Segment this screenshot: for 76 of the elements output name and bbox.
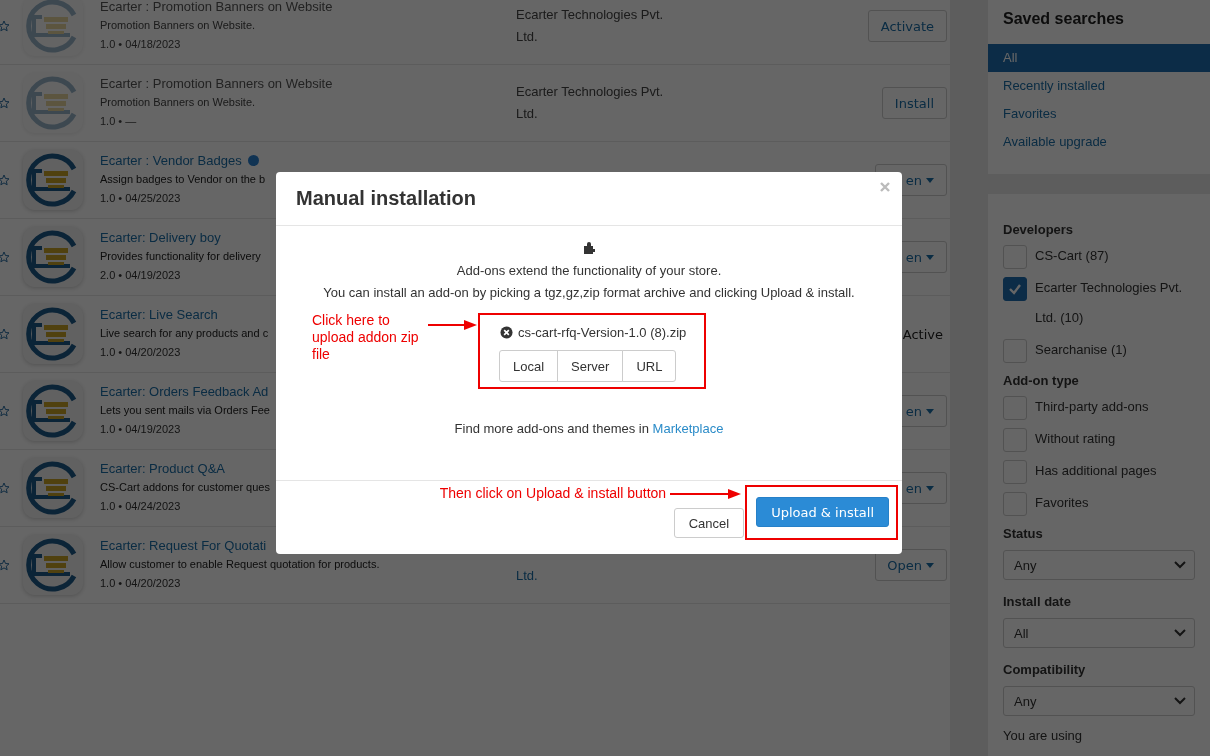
checkbox[interactable]	[1003, 277, 1027, 301]
checkbox-label: Favorites	[1035, 494, 1089, 512]
saved-search-item[interactable]: Available upgrade	[988, 128, 1210, 156]
checkbox-label: Searchanise (1)	[1035, 341, 1127, 359]
addon-version-date: 1.0 • —	[100, 114, 137, 129]
source-button[interactable]: URL	[622, 350, 677, 382]
annotation-arrow	[428, 319, 478, 331]
intro-text: Add-ons extend the functionality of your store.	[456, 262, 722, 280]
panel-title: Saved searches	[1002, 10, 1125, 29]
checkbox-label: Without rating	[1035, 430, 1116, 448]
chevron-down-icon	[1174, 697, 1186, 705]
intro-text: You can install an add-on by picking a tgz,gz,zip format archive and clicking Upload & install.	[323, 284, 855, 302]
addon-description: CS-Cart addons for customer ques	[100, 480, 270, 495]
addon-version-date: 1.0 • 04/19/2023	[100, 422, 181, 437]
filter-heading: Developers	[1003, 221, 1075, 239]
addon-version-date: 2.0 • 04/19/2023	[100, 268, 181, 283]
marketplace-text: Find more add-ons and themes in Marketplace	[454, 421, 724, 436]
marketplace-link[interactable]: Marketplace	[652, 421, 724, 436]
addon-title-link[interactable]: Ecarter : Vendor Badges	[100, 152, 242, 168]
star-icon	[0, 97, 10, 109]
addon-title-link[interactable]: Ecarter: Orders Feedback Ad	[100, 383, 269, 399]
saved-search-item[interactable]: Recently installed	[988, 72, 1210, 100]
addon-title-link[interactable]: Ecarter: Request For Quotati	[100, 537, 267, 553]
open-dropdown-button[interactable]: Open	[875, 549, 947, 581]
filter-heading: Compatibility	[1003, 661, 1087, 679]
addon-version-date: 1.0 • 04/24/2023	[100, 499, 181, 514]
addon-title-link[interactable]: Ecarter: Live Search	[100, 306, 218, 322]
addon-description: Live search for any products and c	[100, 326, 269, 341]
filter-heading: Status	[1003, 525, 1044, 543]
chevron-down-icon	[1174, 629, 1186, 637]
filter-heading: Add-on type	[1003, 372, 1080, 390]
checkbox-label: Ecarter Technologies Pvt. Ltd. (10)	[1035, 279, 1184, 327]
addon-title-link[interactable]: Ecarter: Product Q&A	[100, 460, 225, 476]
dropdown-select[interactable]: Any	[1003, 550, 1195, 580]
close-icon	[880, 182, 890, 192]
checkbox-label: Third-party add-ons	[1035, 398, 1149, 416]
checkbox-label: CS-Cart (87)	[1035, 247, 1109, 265]
star-icon	[0, 174, 10, 186]
checkmark-icon	[1008, 283, 1022, 295]
saved-search-item[interactable]: All	[988, 44, 1210, 72]
upload-install-button[interactable]: Upload & install	[756, 497, 889, 527]
addon-description: Provides functionality for delivery	[100, 249, 261, 264]
dropdown-select[interactable]: All	[1003, 618, 1195, 648]
puzzle-piece-icon	[581, 240, 597, 256]
saved-search-item[interactable]: Favorites	[988, 100, 1210, 128]
dropdown-select[interactable]: Any	[1003, 686, 1195, 716]
star-icon	[0, 559, 10, 571]
star-icon	[0, 328, 10, 340]
source-button[interactable]: Server	[557, 350, 624, 382]
source-button[interactable]: Local	[499, 350, 559, 382]
annotation-text: Click here to upload addon zip file	[312, 312, 420, 363]
checkbox-label: Has additional pages	[1035, 462, 1157, 480]
cancel-button[interactable]: Cancel	[673, 508, 745, 538]
star-icon	[0, 251, 10, 263]
addon-description: Promotion Banners on Website.	[100, 95, 256, 110]
filter-heading: Install date	[1003, 593, 1072, 611]
star-icon	[0, 20, 10, 32]
addon-version-date: 1.0 • 04/20/2023	[100, 576, 181, 591]
addon-description: Promotion Banners on Website.	[100, 18, 256, 33]
addon-version-date: 1.0 • 04/18/2023	[100, 37, 181, 52]
addon-description: Assign badges to Vendor on the b	[100, 172, 266, 187]
addon-description: Allow customer to enable Request quotation for products.	[100, 557, 380, 572]
star-icon	[0, 405, 10, 417]
star-icon	[0, 482, 10, 494]
status-label: Active	[902, 326, 944, 342]
file-name: cs-cart-rfq-Version-1.0 (8).zip	[518, 325, 687, 340]
annotation-text: Then click on Upload & install button	[439, 485, 667, 502]
addon-version-date: 1.0 • 04/20/2023	[100, 345, 181, 360]
addon-version-date: 1.0 • 04/25/2023	[100, 191, 181, 206]
developer-link[interactable]: Ltd.	[516, 565, 676, 587]
addon-title-link[interactable]: Ecarter: Delivery boy	[100, 229, 221, 245]
dialog-title: Manual installation	[296, 186, 477, 211]
remove-file-icon	[500, 326, 513, 339]
chevron-down-icon	[1174, 561, 1186, 569]
addon-description: Lets you sent mails via Orders Fee	[100, 403, 270, 418]
info-text: You are using	[1003, 728, 1084, 743]
